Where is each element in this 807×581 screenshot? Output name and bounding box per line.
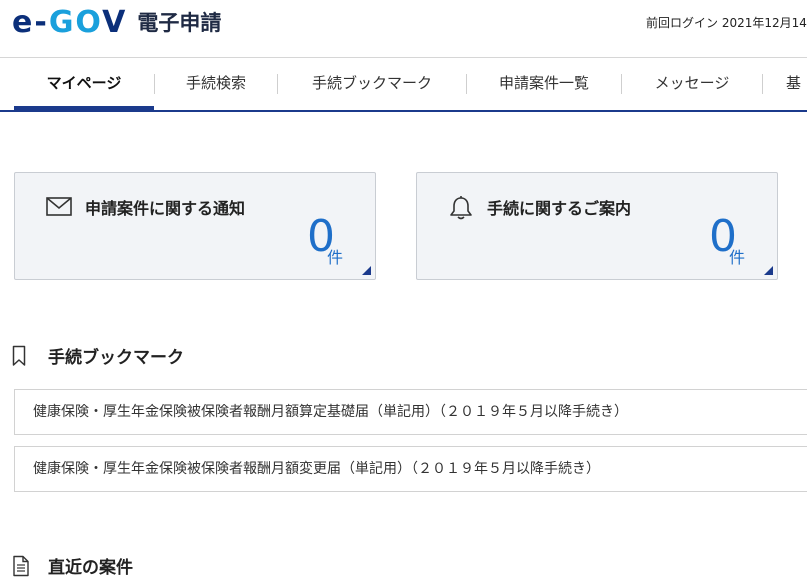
section-title: 手続ブックマーク <box>48 348 184 368</box>
corner-triangle-icon <box>362 266 371 275</box>
nav-separator <box>762 74 763 94</box>
bookmark-icon <box>12 345 32 367</box>
card-header: 申請案件に関する通知 <box>45 195 245 219</box>
corner-triangle-icon <box>764 266 773 275</box>
application-notice-card[interactable]: 申請案件に関する通知 0 件 <box>14 172 376 280</box>
procedure-guidance-card[interactable]: 手続に関するご案内 0 件 <box>416 172 778 280</box>
last-login-text: 前回ログイン 2021年12月14 <box>646 16 807 30</box>
section-title: 直近の案件 <box>48 558 133 578</box>
bookmark-section-header: 手続ブックマーク <box>12 343 184 368</box>
recent-section-header: 直近の案件 <box>12 553 133 578</box>
bookmark-item[interactable]: 健康保険・厚生年金保険被保険者報酬月額変更届（単記用）（２０１９年５月以降手続き… <box>14 446 807 492</box>
bookmark-item[interactable]: 健康保険・厚生年金保険被保険者報酬月額算定基礎届（単記用）（２０１９年５月以降手… <box>14 389 807 435</box>
count-unit: 件 <box>728 248 745 267</box>
document-icon <box>12 555 32 577</box>
mail-icon <box>45 195 73 219</box>
tab-basic-info[interactable]: 基 <box>786 58 807 108</box>
site-header: e-GOV 電子申請 前回ログイン 2021年12月14 <box>0 0 807 58</box>
logo-mark: e-GOV <box>12 5 128 40</box>
card-title: 手続に関するご案内 <box>487 199 632 218</box>
bell-icon <box>447 195 475 220</box>
site-title: 電子申請 <box>137 11 222 35</box>
egov-logo[interactable]: e-GOV 電子申請 <box>12 6 221 40</box>
tab-procedure-search[interactable]: 手続検索 <box>155 58 277 108</box>
main-nav: マイページ 手続検索 手続ブックマーク 申請案件一覧 メッセージ 基 <box>0 58 807 112</box>
card-title: 申請案件に関する通知 <box>85 199 246 218</box>
card-header: 手続に関するご案内 <box>447 195 632 220</box>
tab-mypage[interactable]: マイページ <box>14 58 154 110</box>
tab-messages[interactable]: メッセージ <box>622 58 762 108</box>
count-unit: 件 <box>326 248 343 267</box>
tab-application-list[interactable]: 申請案件一覧 <box>467 58 621 108</box>
tab-procedure-bookmark[interactable]: 手続ブックマーク <box>278 58 466 108</box>
